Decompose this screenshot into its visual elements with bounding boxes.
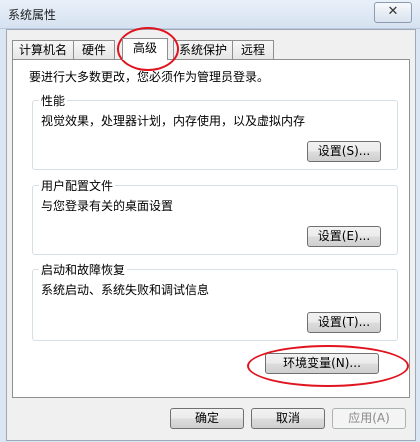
close-button[interactable]: ✕: [374, 2, 412, 23]
tab-remote[interactable]: 远程: [232, 40, 274, 59]
user-profiles-desc: 与您登录有关的桌面设置: [41, 199, 174, 213]
tab-hardware[interactable]: 硬件: [73, 40, 115, 59]
user-profiles-settings-button[interactable]: 设置(E)...: [307, 226, 381, 247]
dialog-body: 计算机名 硬件 高级 系统保护 远程 要进行大多数更改，您必须作为管理员登录。 …: [6, 29, 416, 441]
tab-advanced[interactable]: 高级: [122, 38, 168, 60]
performance-group: 性能 视觉效果，处理器计划，内存使用，以及虚拟内存 设置(S)...: [32, 92, 398, 170]
startup-recovery-title: 启动和故障恢复: [39, 261, 128, 278]
performance-settings-button[interactable]: 设置(S)...: [307, 141, 381, 162]
window-title: 系统属性: [8, 8, 57, 22]
apply-button[interactable]: 应用(A): [332, 408, 406, 429]
cancel-button[interactable]: 取消: [251, 408, 325, 429]
ok-button[interactable]: 确定: [170, 408, 244, 429]
tab-system-protection[interactable]: 系统保护: [173, 40, 233, 59]
user-profiles-group: 用户配置文件 与您登录有关的桌面设置 设置(E)...: [32, 177, 398, 255]
performance-desc: 视觉效果，处理器计划，内存使用，以及虚拟内存: [41, 114, 306, 128]
tab-computer-name[interactable]: 计算机名: [12, 40, 74, 59]
startup-recovery-group: 启动和故障恢复 系统启动、系统失败和调试信息 设置(T)...: [32, 261, 398, 341]
title-bar: 系统属性 ✕: [0, 0, 420, 29]
startup-recovery-settings-button[interactable]: 设置(T)...: [307, 312, 381, 333]
startup-recovery-desc: 系统启动、系统失败和调试信息: [41, 283, 210, 297]
user-profiles-title: 用户配置文件: [39, 177, 116, 194]
admin-notice: 要进行大多数更改，您必须作为管理员登录。: [29, 70, 270, 84]
performance-title: 性能: [39, 92, 68, 109]
environment-variables-button[interactable]: 环境变量(N)...: [265, 353, 379, 374]
